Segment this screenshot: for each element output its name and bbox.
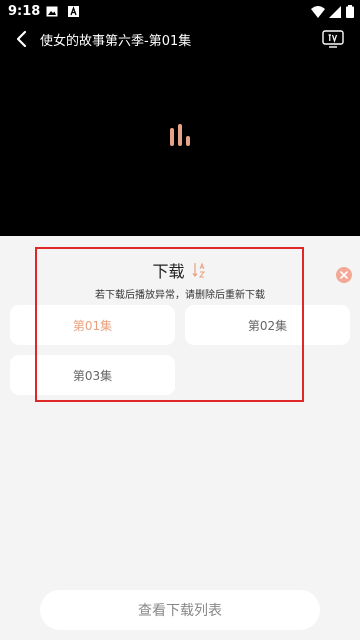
view-downloads-button[interactable]: 查看下载列表 — [40, 590, 320, 630]
status-time: 9:18 — [8, 4, 41, 19]
wifi-icon — [310, 6, 325, 18]
status-bar: 9:18 — [0, 0, 360, 24]
signal-icon — [329, 6, 342, 18]
sort-az-icon[interactable] — [192, 261, 208, 279]
loading-indicator — [166, 122, 194, 146]
battery-icon — [346, 5, 354, 18]
episode-03-button[interactable]: 第03集 — [10, 355, 175, 395]
download-hint: 若下载后播放异常，请删除后重新下载 — [95, 290, 265, 301]
status-right — [310, 5, 354, 22]
episode-02-button[interactable]: 第02集 — [185, 305, 350, 345]
tv-cast-icon[interactable] — [322, 30, 344, 48]
video-title: 使女的故事第六季-第01集 — [40, 34, 192, 49]
back-icon[interactable] — [14, 30, 32, 48]
download-panel-header: 下载 — [0, 258, 360, 282]
close-panel-button[interactable] — [336, 267, 352, 283]
download-title: 下载 — [152, 262, 185, 281]
video-nav-bar: 使女的故事第六季-第01集 — [0, 26, 360, 52]
image-icon — [46, 6, 58, 17]
a-icon — [68, 6, 79, 17]
episode-01-button[interactable]: 第01集 — [10, 305, 175, 345]
close-icon — [340, 271, 348, 279]
